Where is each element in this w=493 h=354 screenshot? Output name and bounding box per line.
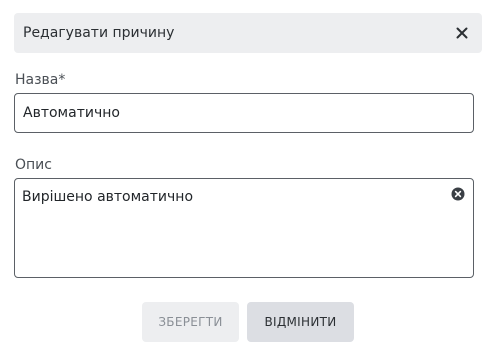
dialog-header: Редагувати причину	[14, 13, 482, 53]
description-textarea[interactable]: Вирішено автоматично	[15, 179, 445, 275]
name-input[interactable]	[14, 93, 474, 133]
clear-circle-icon[interactable]	[451, 187, 465, 201]
close-icon[interactable]	[454, 25, 470, 41]
edit-reason-dialog: Редагувати причину Назва* Опис Вирішено …	[0, 0, 493, 354]
save-button[interactable]: ЗБЕРЕГТИ	[142, 302, 239, 342]
dialog-title: Редагувати причину	[23, 25, 175, 41]
name-field-label: Назва*	[15, 72, 66, 88]
cancel-button[interactable]: ВІДМІНИТИ	[247, 302, 354, 342]
description-field: Вирішено автоматично	[14, 178, 474, 278]
description-field-label: Опис	[15, 157, 52, 173]
